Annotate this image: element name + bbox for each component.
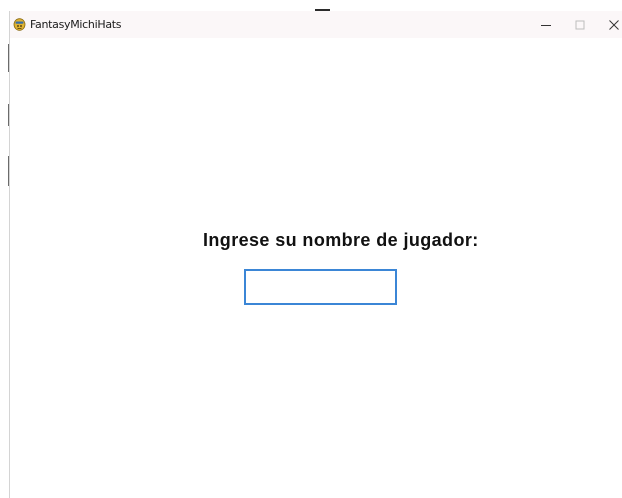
maximize-button[interactable]: [562, 11, 598, 38]
game-canvas: Ingrese su nombre de jugador:: [10, 38, 622, 498]
close-icon: [609, 19, 619, 30]
app-window: FantasyMichiHats Ingrese su nombre de ju…: [9, 11, 622, 498]
title-bar[interactable]: FantasyMichiHats: [10, 11, 622, 38]
minimize-icon: [541, 24, 551, 26]
maximize-icon: [575, 20, 585, 29]
window-title: FantasyMichiHats: [30, 18, 122, 31]
player-name-input[interactable]: [244, 269, 397, 305]
minimize-button[interactable]: [528, 11, 564, 38]
player-name-prompt: Ingrese su nombre de jugador:: [203, 230, 479, 250]
close-button[interactable]: [596, 11, 622, 38]
pygame-snake-icon: [13, 18, 26, 31]
